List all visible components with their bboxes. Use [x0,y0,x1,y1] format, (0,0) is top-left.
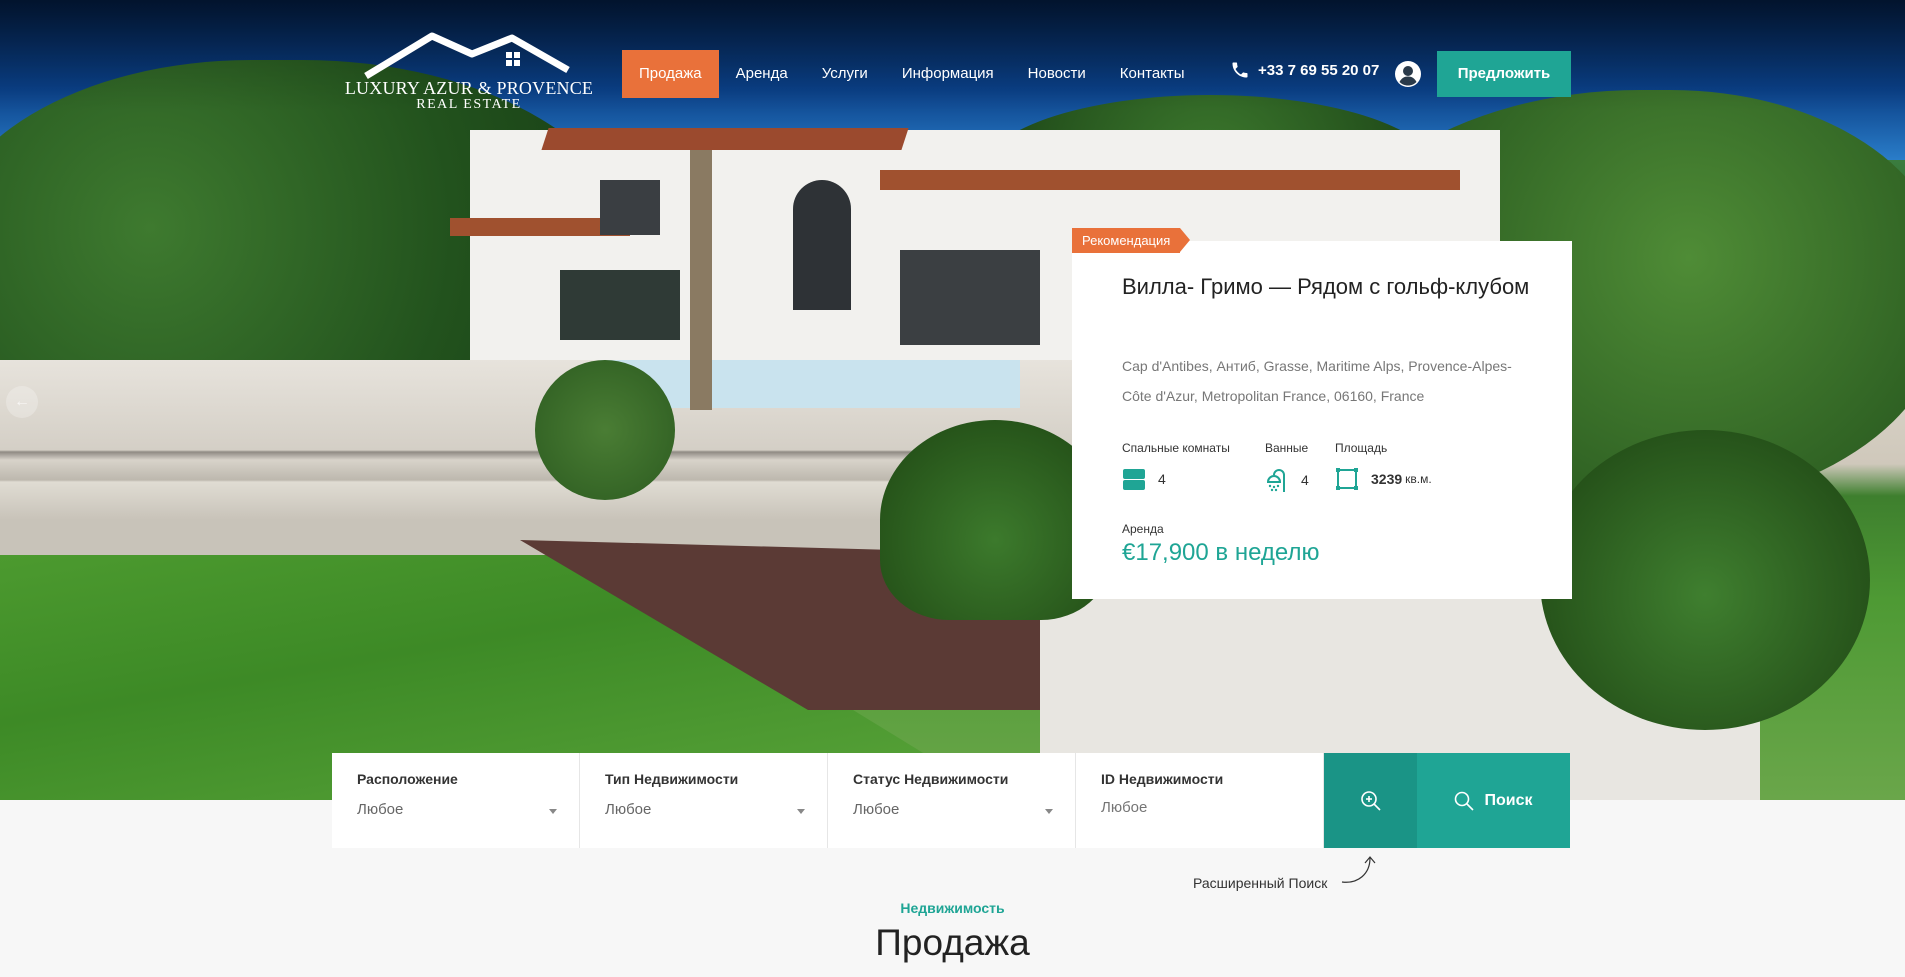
property-price: €17,900 в неделю [1122,539,1320,566]
zoom-plus-icon [1360,790,1381,811]
area-icon [1336,468,1358,490]
property-type-select[interactable]: Тип Недвижимости Любое [580,753,828,848]
property-address: Cap d'Antibes, Антиб, Grasse, Maritime A… [1122,358,1512,404]
property-title[interactable]: Вилла- Гримо — Рядом с гольф-клубом [1122,269,1542,304]
bed-icon [1123,469,1145,490]
nav-item-rent[interactable]: Аренда [719,50,805,98]
shower-icon [1266,469,1285,492]
section-eyebrow: Недвижимость [900,900,1005,916]
property-type-value: Любое [605,801,652,818]
nav-item-contacts[interactable]: Контакты [1103,50,1202,98]
property-status-value: Любое [853,801,900,818]
nav-item-news[interactable]: Новости [1011,50,1103,98]
area-label: Площадь [1335,441,1388,455]
advanced-search-hint[interactable]: Расширенный Поиск [1193,875,1327,891]
area-value: 3239 кв.м. [1335,467,1432,491]
offer-property-button[interactable]: Предложить [1437,51,1571,97]
chevron-down-icon [549,809,557,814]
hero-villa-photo [0,0,1905,800]
property-id-field: ID Недвижимости [1076,753,1324,848]
section-title: Продажа [875,922,1030,963]
nav-item-sale[interactable]: Продажа [622,50,719,98]
bathrooms-value: 4 [1265,467,1309,493]
advanced-search-button[interactable] [1324,753,1417,848]
phone-number: +33 7 69 55 20 07 [1258,61,1380,79]
location-label: Расположение [357,771,458,787]
phone-icon [1232,62,1248,78]
bathrooms-count: 4 [1301,472,1309,488]
bedrooms-value: 4 [1122,467,1166,491]
property-type-label: Тип Недвижимости [605,771,739,787]
search-button-label: Поиск [1484,791,1533,809]
logo[interactable]: LUXURY AZUR & PROVENCE REAL ESTATE [332,30,606,115]
property-id-label: ID Недвижимости [1101,771,1224,787]
featured-property-card[interactable]: Вилла- Гримо — Рядом с гольф-клубом Cap … [1072,241,1572,599]
chevron-down-icon [1045,809,1053,814]
house-logo-icon [364,32,570,79]
phone-link[interactable]: +33 7 69 55 20 07 [1230,60,1379,80]
search-icon [1455,791,1475,811]
location-value: Любое [357,801,404,818]
property-search-bar: Расположение Любое Тип Недвижимости Любо… [332,753,1570,848]
bathrooms-label: Ванные [1265,441,1309,455]
page: ← LUXURY AZUR & PROVENCE REAL ESTATE Про… [0,0,1905,977]
chevron-down-icon [797,809,805,814]
price-label: Аренда [1122,522,1164,536]
search-button[interactable]: Поиск [1417,753,1570,848]
logo-text: LUXURY AZUR & PROVENCE [344,78,594,98]
property-status-label: Статус Недвижимости [853,771,1009,787]
nav-item-info[interactable]: Информация [885,50,1011,98]
area-number: 3239 [1371,471,1403,487]
bedrooms-label: Спальные комнаты [1122,441,1230,455]
property-status-select[interactable]: Статус Недвижимости Любое [828,753,1076,848]
logo-subtext: REAL ESTATE [416,97,522,112]
area-unit: кв.м. [1405,472,1432,486]
featured-badge: Рекомендация [1072,228,1191,253]
location-select[interactable]: Расположение Любое [332,753,580,848]
nav-item-services[interactable]: Услуги [805,50,885,98]
main-nav: Продажа Аренда Услуги Информация Новости… [622,50,1202,98]
property-id-input[interactable] [1101,799,1281,816]
bedrooms-count: 4 [1158,471,1166,487]
curved-arrow-icon [1341,856,1376,883]
user-account-icon[interactable] [1394,60,1422,88]
slider-prev-arrow-icon[interactable]: ← [6,386,38,418]
